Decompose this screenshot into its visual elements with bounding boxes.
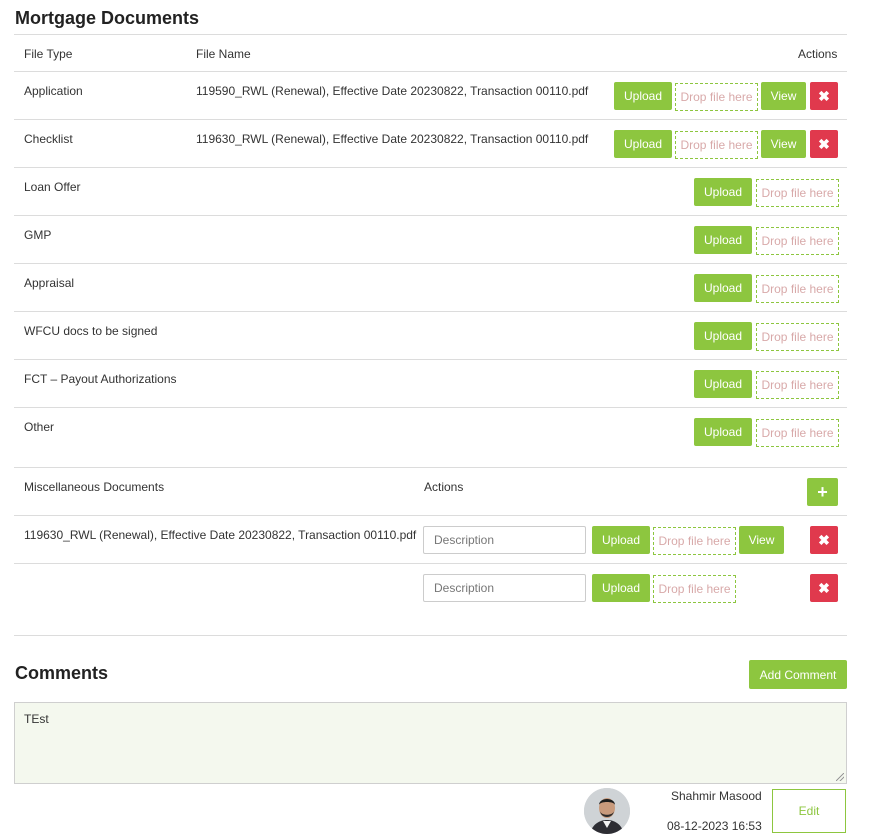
file-type-label: FCT – Payout Authorizations xyxy=(24,372,177,386)
delete-button[interactable]: ✖ xyxy=(810,574,838,602)
close-icon: ✖ xyxy=(818,531,830,548)
file-type-label: Checklist xyxy=(24,132,73,146)
upload-button[interactable]: Upload xyxy=(614,82,672,110)
divider xyxy=(14,635,847,636)
upload-button[interactable]: Upload xyxy=(694,418,752,446)
header-file-name: File Name xyxy=(196,47,251,61)
upload-button[interactable]: Upload xyxy=(694,226,752,254)
section-title: Mortgage Documents xyxy=(15,8,200,28)
divider xyxy=(14,167,847,168)
view-button[interactable]: View xyxy=(739,526,784,554)
description-input[interactable] xyxy=(423,574,586,602)
drop-zone[interactable]: Drop file here xyxy=(756,323,839,351)
add-misc-button[interactable]: + xyxy=(807,478,838,506)
divider xyxy=(14,467,847,468)
description-input[interactable] xyxy=(423,526,586,554)
file-name-label: 119590_RWL (Renewal), Effective Date 202… xyxy=(196,84,589,98)
upload-button[interactable]: Upload xyxy=(694,322,752,350)
drop-zone[interactable]: Drop file here xyxy=(675,131,758,159)
divider xyxy=(14,34,847,35)
delete-button[interactable]: ✖ xyxy=(810,82,838,110)
drop-zone[interactable]: Drop file here xyxy=(675,83,758,111)
file-type-label: WFCU docs to be signed xyxy=(24,324,158,338)
upload-button[interactable]: Upload xyxy=(694,370,752,398)
misc-actions-header: Actions xyxy=(424,480,464,494)
file-name-label: 119630_RWL (Renewal), Effective Date 202… xyxy=(196,132,589,146)
file-type-label: Appraisal xyxy=(24,276,75,290)
divider xyxy=(14,311,847,312)
file-name-label: 119630_RWL (Renewal), Effective Date 202… xyxy=(24,528,417,542)
plus-icon: + xyxy=(817,481,828,502)
divider xyxy=(14,359,847,360)
upload-button[interactable]: Upload xyxy=(592,574,650,602)
file-type-label: Loan Offer xyxy=(24,180,81,194)
comment-timestamp: 08-12-2023 16:53 xyxy=(667,819,762,833)
edit-button[interactable]: Edit xyxy=(772,789,846,833)
view-button[interactable]: View xyxy=(761,82,806,110)
comments-title: Comments xyxy=(15,663,109,683)
comment-author: Shahmir Masood xyxy=(671,789,762,803)
divider xyxy=(14,263,847,264)
close-icon: ✖ xyxy=(818,579,830,596)
header-actions: Actions xyxy=(798,47,838,61)
comment-textarea[interactable]: TEst xyxy=(14,702,847,784)
divider xyxy=(14,71,847,72)
file-type-label: GMP xyxy=(24,228,52,242)
divider xyxy=(14,563,847,564)
file-type-label: Application xyxy=(24,84,83,98)
drop-zone[interactable]: Drop file here xyxy=(756,179,839,207)
user-photo-icon xyxy=(584,788,630,834)
drop-zone[interactable]: Drop file here xyxy=(653,575,736,603)
drop-zone[interactable]: Drop file here xyxy=(756,275,839,303)
divider xyxy=(14,407,847,408)
divider xyxy=(14,215,847,216)
upload-button[interactable]: Upload xyxy=(614,130,672,158)
comment-text: TEst xyxy=(24,712,49,726)
header-file-type: File Type xyxy=(24,47,73,61)
file-type-label: Other xyxy=(24,420,55,434)
drop-zone[interactable]: Drop file here xyxy=(756,419,839,447)
view-button[interactable]: View xyxy=(761,130,806,158)
upload-button[interactable]: Upload xyxy=(592,526,650,554)
upload-button[interactable]: Upload xyxy=(694,178,752,206)
divider xyxy=(14,515,847,516)
drop-zone[interactable]: Drop file here xyxy=(653,527,736,555)
resize-handle[interactable] xyxy=(836,773,844,781)
delete-button[interactable]: ✖ xyxy=(810,526,838,554)
add-comment-button[interactable]: Add Comment xyxy=(749,660,847,689)
misc-header: Miscellaneous Documents xyxy=(24,480,165,494)
drop-zone[interactable]: Drop file here xyxy=(756,227,839,255)
close-icon: ✖ xyxy=(818,87,830,104)
upload-button[interactable]: Upload xyxy=(694,274,752,302)
drop-zone[interactable]: Drop file here xyxy=(756,371,839,399)
close-icon: ✖ xyxy=(818,135,830,152)
divider xyxy=(14,119,847,120)
delete-button[interactable]: ✖ xyxy=(810,130,838,158)
avatar xyxy=(584,788,630,834)
